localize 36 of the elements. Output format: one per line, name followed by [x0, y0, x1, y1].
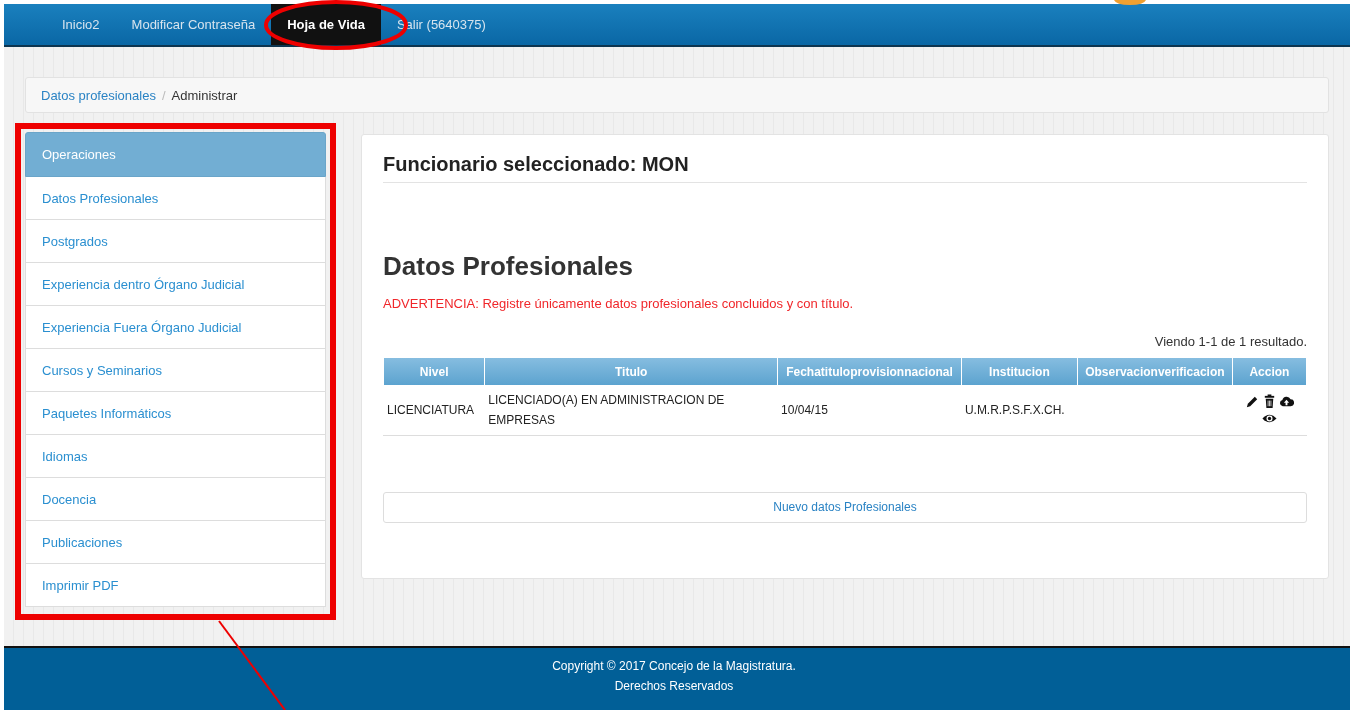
column-header: Institucion	[961, 358, 1077, 385]
table-cell-text: LICENCIATURA	[386, 402, 476, 419]
column-header: Titulo	[485, 358, 778, 385]
sidebar-item[interactable]: Docencia	[25, 478, 326, 521]
column-header: Fechatituloprovisionnacional	[778, 358, 961, 385]
breadcrumb-separator: /	[160, 87, 167, 103]
column-header: Observacionverificacion	[1077, 358, 1232, 385]
footer-text: Derechos Reservados	[614, 678, 734, 695]
nav-tab[interactable]: Inicio2	[46, 4, 116, 45]
new-record-button[interactable]: Nuevo datos Profesionales	[383, 492, 1307, 523]
panel-title: Funcionario seleccionado: MON	[383, 153, 1307, 183]
column-header: Accion	[1232, 358, 1306, 385]
column-header: Nivel	[384, 358, 485, 385]
nav-tab[interactable]: Modificar Contraseña	[115, 4, 272, 45]
partial-shape	[1114, 0, 1146, 5]
sidebar-header: Operaciones	[25, 132, 326, 177]
table-cell-text: 10/04/15	[780, 402, 829, 419]
sidebar-item[interactable]: Experiencia Fuera Órgano Judicial	[25, 306, 326, 349]
sidebar-item[interactable]: Cursos y Seminarios	[25, 349, 326, 392]
table-cell-text: U.M.R.P.S.F.X.CH.	[963, 402, 1066, 419]
breadcrumb-link[interactable]: Datos profesionales	[41, 87, 156, 103]
sidebar-item[interactable]: Publicaciones	[25, 521, 326, 564]
warning-text: ADVERTENCIA: Registre únicamente datos profesionales concluidos y con título.	[383, 296, 855, 311]
sidebar-item[interactable]: Datos Profesionales	[25, 177, 326, 220]
cloud-upload-icon[interactable]	[1278, 394, 1294, 409]
table-cell-text: LICENCIADO(A) EN ADMINISTRACION DE EMPRESAS	[487, 392, 726, 429]
footer-text: Copyright © 2017 Concejo de la Magistratura.	[552, 658, 796, 675]
sidebar-item[interactable]: Experiencia dentro Órgano Judicial	[25, 263, 326, 306]
section-heading: Datos Profesionales	[383, 251, 634, 282]
sidebar-item[interactable]: Postgrados	[25, 220, 326, 263]
breadcrumb-current: Administrar	[171, 87, 238, 103]
pencil-icon[interactable]	[1244, 394, 1260, 409]
sidebar-item[interactable]: Paquetes Informáticos	[25, 392, 326, 435]
sidebar-item[interactable]: Idiomas	[25, 435, 326, 478]
sidebar-item[interactable]: Imprimir PDF	[25, 564, 326, 607]
result-summary: Viendo 1-1 de 1 resultado.	[1153, 334, 1307, 349]
